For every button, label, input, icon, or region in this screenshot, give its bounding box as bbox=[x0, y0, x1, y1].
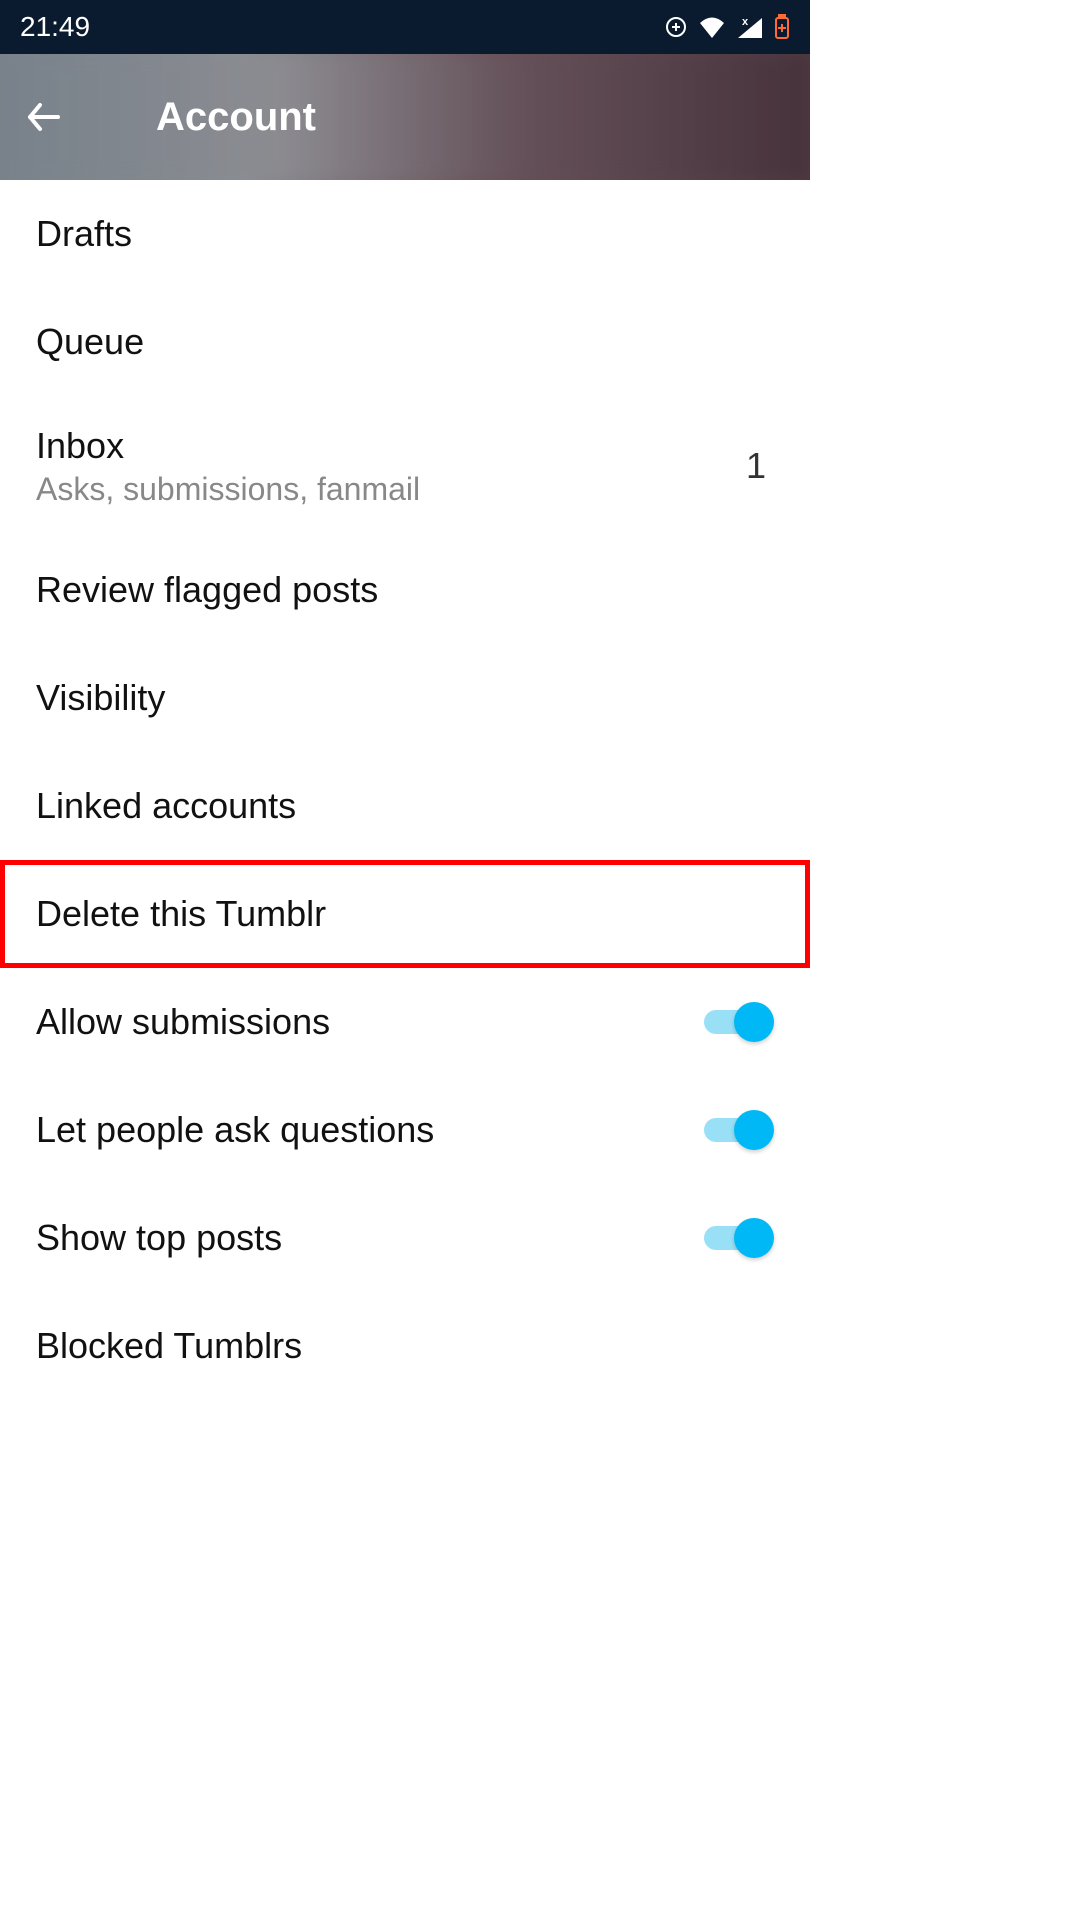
list-item-label: Inbox bbox=[36, 425, 420, 467]
list-item-review-flagged[interactable]: Review flagged posts bbox=[0, 536, 810, 644]
toggle-ask-questions[interactable] bbox=[704, 1110, 774, 1150]
list-item-delete-tumblr[interactable]: Delete this Tumblr bbox=[0, 860, 810, 968]
app-header: Account bbox=[0, 54, 810, 180]
list-item-sublabel: Asks, submissions, fanmail bbox=[36, 471, 420, 508]
list-item-ask-questions[interactable]: Let people ask questions bbox=[0, 1076, 810, 1184]
list-item-label: Allow submissions bbox=[36, 1001, 330, 1043]
list-item-label: Queue bbox=[36, 321, 144, 363]
status-bar: 21:49 x bbox=[0, 0, 810, 54]
back-button[interactable] bbox=[22, 95, 66, 139]
page-title: Account bbox=[156, 95, 316, 140]
data-saver-icon bbox=[664, 15, 688, 39]
list-item-queue[interactable]: Queue bbox=[0, 288, 810, 396]
list-item-show-top-posts[interactable]: Show top posts bbox=[0, 1184, 810, 1292]
settings-list: Drafts Queue Inbox Asks, submissions, fa… bbox=[0, 180, 810, 1400]
list-item-label: Visibility bbox=[36, 677, 165, 719]
battery-icon bbox=[774, 14, 790, 40]
toggle-show-top-posts[interactable] bbox=[704, 1218, 774, 1258]
status-icons: x bbox=[664, 14, 790, 40]
list-item-label: Let people ask questions bbox=[36, 1109, 434, 1151]
list-item-label: Show top posts bbox=[36, 1217, 282, 1259]
list-item-label: Delete this Tumblr bbox=[36, 893, 326, 935]
list-item-label: Drafts bbox=[36, 213, 132, 255]
cell-signal-icon: x bbox=[736, 16, 764, 38]
list-item-label: Review flagged posts bbox=[36, 569, 378, 611]
wifi-icon bbox=[698, 16, 726, 38]
list-item-visibility[interactable]: Visibility bbox=[0, 644, 810, 752]
list-item-allow-submissions[interactable]: Allow submissions bbox=[0, 968, 810, 1076]
toggle-allow-submissions[interactable] bbox=[704, 1002, 774, 1042]
inbox-count: 1 bbox=[746, 445, 774, 487]
svg-text:x: x bbox=[742, 16, 749, 28]
status-time: 21:49 bbox=[20, 11, 90, 43]
list-item-label: Blocked Tumblrs bbox=[36, 1325, 302, 1367]
list-item-drafts[interactable]: Drafts bbox=[0, 180, 810, 288]
list-item-linked-accounts[interactable]: Linked accounts bbox=[0, 752, 810, 860]
list-item-blocked-tumblrs[interactable]: Blocked Tumblrs bbox=[0, 1292, 810, 1400]
list-item-inbox[interactable]: Inbox Asks, submissions, fanmail 1 bbox=[0, 396, 810, 536]
arrow-left-icon bbox=[24, 97, 64, 137]
list-item-label: Linked accounts bbox=[36, 785, 296, 827]
